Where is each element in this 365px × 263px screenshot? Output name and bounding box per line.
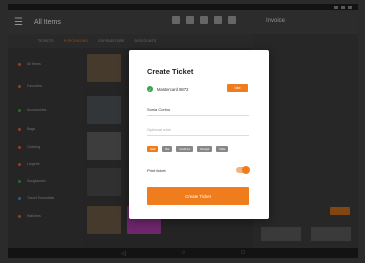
card-label: Mastercard 8872 [157, 86, 189, 92]
toggle-knob [242, 166, 250, 174]
chip-bar[interactable]: Bar [162, 146, 173, 152]
app-window: ☰ All Items Invoice TICKETS PURCHASING E… [8, 4, 358, 258]
ticket-type-chips: Hold Bar Credit inv Receipt Table [147, 146, 229, 152]
customer-name-field[interactable]: Sonia Corino [147, 107, 249, 116]
create-ticket-button[interactable]: Create Ticket [147, 187, 249, 205]
create-ticket-dialog: Create Ticket ✓ Mastercard 8872 Use Soni… [129, 50, 269, 219]
check-circle-icon: ✓ [147, 86, 153, 92]
chip-hold[interactable]: Hold [147, 146, 159, 152]
chip-credit-inv[interactable]: Credit inv [176, 146, 194, 152]
saved-card-row: ✓ Mastercard 8872 [147, 86, 188, 92]
dialog-title: Create Ticket [147, 67, 194, 76]
print-ticket-label: Print ticket [147, 167, 166, 173]
chip-receipt[interactable]: Receipt [197, 146, 213, 152]
optional-note-field[interactable]: Optional note [147, 127, 249, 136]
print-ticket-toggle[interactable] [236, 166, 250, 174]
print-ticket-row: Print ticket [147, 166, 250, 174]
use-card-button[interactable]: Use [227, 84, 248, 92]
chip-table[interactable]: Table [216, 146, 229, 152]
